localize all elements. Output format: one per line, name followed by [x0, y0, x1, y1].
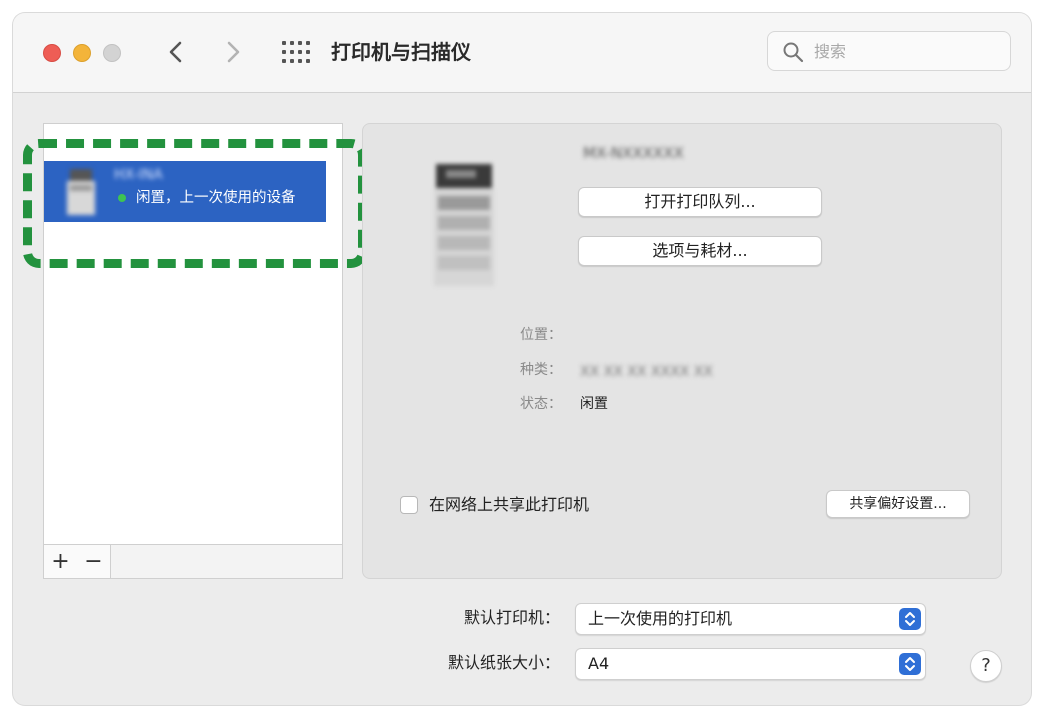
window-title: 打印机与扫描仪 [331, 40, 471, 64]
printer-name: HX-INA [114, 167, 163, 183]
default-paper-label: 默认纸张大小： [447, 653, 560, 672]
search-field[interactable]: 搜索 [767, 31, 1011, 71]
minimize-window-button[interactable] [73, 44, 91, 62]
status-idle-dot [118, 194, 126, 202]
printer-icon [67, 169, 95, 215]
default-paper-select[interactable]: A4 [575, 648, 926, 680]
chevron-left-icon [169, 41, 182, 63]
popup-arrows-icon [899, 653, 921, 675]
kind-value: XX XX XX XXXX XX [580, 364, 713, 380]
zoom-window-button[interactable] [103, 44, 121, 62]
open-print-queue-button[interactable]: 打开打印队列... [578, 187, 822, 217]
printer-large-icon [434, 164, 494, 286]
default-printer-label: 默认打印机： [463, 608, 560, 627]
show-all-grid-icon[interactable] [281, 40, 311, 64]
chevron-right-icon [227, 41, 240, 63]
share-printer-label[interactable]: 在网络上共享此打印机 [429, 494, 589, 516]
printer-status: 闲置，上一次使用的设备 [136, 190, 296, 206]
device-name: MX-NXXXXXX [583, 144, 684, 162]
forward-button[interactable] [218, 35, 248, 69]
printer-list-item[interactable]: HX-INA 闲置，上一次使用的设备 [44, 161, 326, 222]
close-window-button[interactable] [43, 44, 61, 62]
sharing-preferences-button[interactable]: 共享偏好设置... [826, 490, 970, 518]
share-printer-checkbox[interactable] [400, 496, 418, 514]
add-printer-button[interactable]: + [44, 545, 78, 578]
title-bar: 打印机与扫描仪 搜索 [13, 13, 1031, 93]
search-icon [783, 42, 804, 63]
default-paper-value: A4 [588, 654, 610, 673]
list-toolbar: + − [43, 544, 343, 579]
status-value: 闲置 [580, 396, 608, 412]
options-supplies-button[interactable]: 选项与耗材... [578, 236, 822, 266]
default-printer-value: 上一次使用的打印机 [588, 609, 733, 628]
popup-arrows-icon [899, 608, 921, 630]
remove-printer-button[interactable]: − [77, 545, 111, 578]
help-button[interactable]: ? [970, 650, 1002, 682]
status-label: 状态： [520, 396, 562, 412]
kind-label: 种类： [520, 362, 562, 378]
search-placeholder: 搜索 [814, 42, 847, 61]
default-printer-select[interactable]: 上一次使用的打印机 [575, 603, 926, 635]
location-label: 位置： [520, 327, 562, 343]
back-button[interactable] [161, 35, 191, 69]
